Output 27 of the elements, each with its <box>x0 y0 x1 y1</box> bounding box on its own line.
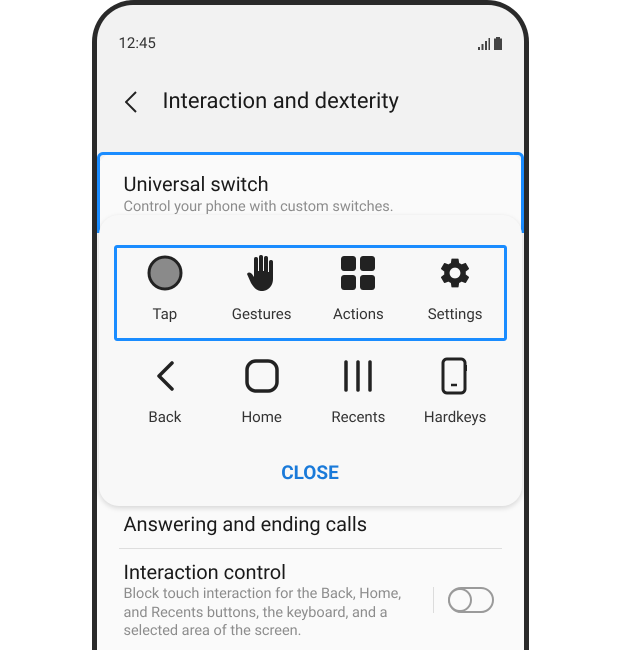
back-icon[interactable] <box>124 91 136 113</box>
phone-icon <box>441 357 470 395</box>
toggle-switch[interactable] <box>448 586 494 613</box>
menu-action-button[interactable]: Recents <box>310 358 407 426</box>
menu-action-button[interactable]: Tap <box>116 255 214 323</box>
grid-icon <box>340 255 376 291</box>
menu-action-button[interactable]: Settings <box>406 255 504 323</box>
menu-action-button[interactable]: Back <box>116 358 214 426</box>
chevron-left-icon <box>154 360 175 392</box>
three-bars-icon <box>342 360 374 392</box>
menu-action-button[interactable]: Actions <box>310 255 407 323</box>
setting-title: Answering and ending calls <box>124 511 368 537</box>
menu-action-button[interactable]: Gestures <box>213 255 310 323</box>
circle-icon <box>146 255 183 291</box>
rounded-square-icon <box>244 359 279 393</box>
signal-icon <box>476 38 490 50</box>
setting-title: Universal switch <box>124 171 270 197</box>
setting-item[interactable]: Answering and ending calls <box>96 508 524 548</box>
setting-description: Block touch interaction for the Back, Home, and Recents buttons, the keyboard, and a selected area of the screen. <box>124 585 402 640</box>
status-time: 12:45 <box>118 33 156 53</box>
page-title: Interaction and dexterity <box>162 88 399 116</box>
menu-action-button[interactable]: Hardkeys <box>406 358 504 426</box>
menu-action-button[interactable]: Home <box>213 358 310 426</box>
setting-description: Control your phone with custom switches. <box>124 197 395 217</box>
setting-title: Interaction control <box>124 559 287 585</box>
battery-icon <box>494 36 502 50</box>
close-button[interactable]: CLOSE <box>281 462 339 484</box>
